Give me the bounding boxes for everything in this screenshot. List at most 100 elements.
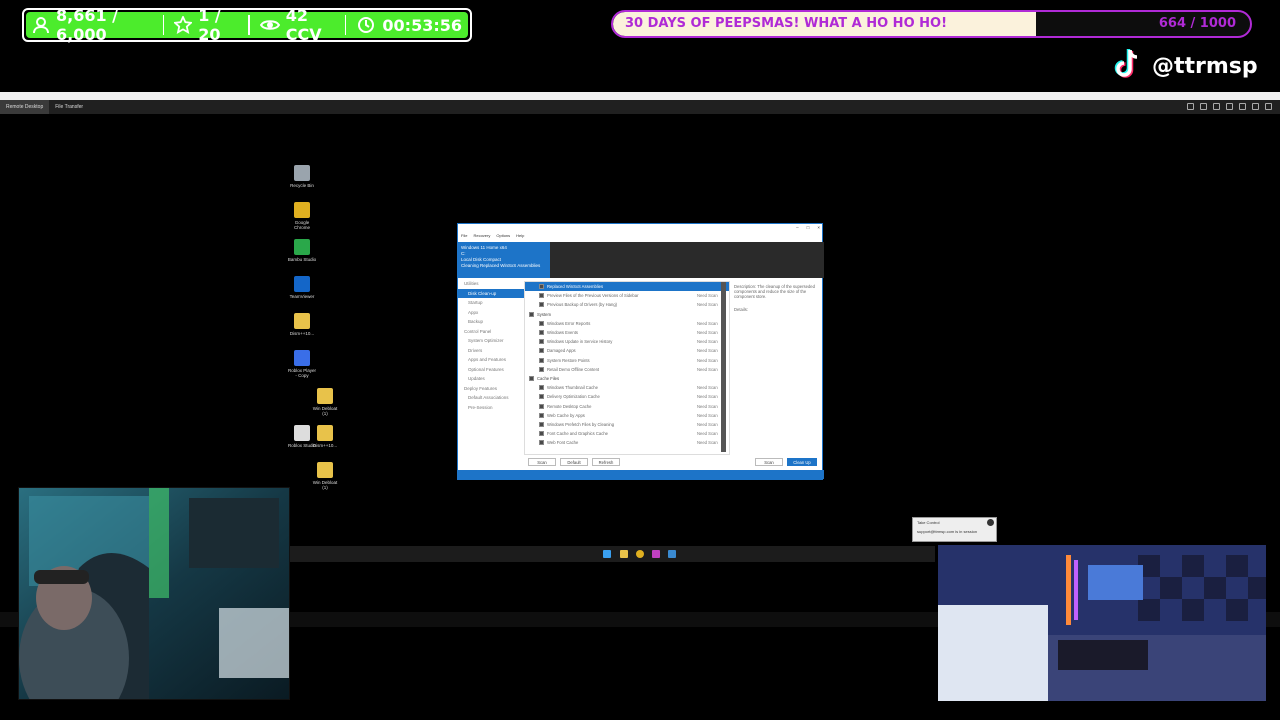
list-item[interactable]: Previous Backup of Drivers (by Hang) Need… — [525, 300, 729, 309]
list-item[interactable]: Preview Files of the Previous Versions o… — [525, 291, 729, 300]
keyboard-icon[interactable] — [1213, 103, 1220, 110]
tab-file-transfer[interactable]: File Transfer — [49, 100, 89, 114]
menu-recovery[interactable]: Recovery — [473, 233, 490, 240]
desktop-icon[interactable]: Win Debloat (1) — [310, 388, 340, 416]
nav-item[interactable]: Pre-Session — [458, 403, 524, 413]
display-icon[interactable] — [1200, 103, 1207, 110]
close-icon[interactable] — [987, 519, 994, 526]
checkbox[interactable] — [539, 284, 544, 290]
close-icon[interactable]: × — [817, 225, 820, 230]
system-info-panel[interactable]: Windows 11 Home x64 C: Local Disk Compac… — [458, 242, 550, 278]
list-scrollbar[interactable] — [721, 282, 726, 452]
list-item[interactable]: Remote Desktop Cache Need Scan — [525, 401, 729, 410]
list-item[interactable]: Windows Update in Service History Need Sc… — [525, 337, 729, 346]
folder-icon[interactable] — [620, 550, 628, 558]
item-label: Retail Demo Offline Content — [547, 366, 600, 372]
menu-options[interactable]: Options — [496, 233, 510, 240]
scan-button[interactable]: Scan — [755, 458, 783, 466]
desktop-icon[interactable]: Dism++10... — [310, 425, 340, 448]
desktop-icon[interactable]: Bambu Studio — [287, 239, 317, 262]
app-icon — [294, 350, 310, 366]
nav-item[interactable]: Control Panel — [458, 327, 524, 337]
list-item[interactable]: Windows Events Need Scan — [525, 328, 729, 337]
checkbox[interactable] — [539, 302, 544, 308]
nav-item[interactable]: Deploy Features — [458, 384, 524, 394]
menu-file[interactable]: File — [461, 233, 467, 240]
desktop-icon[interactable]: Google Chrome — [287, 202, 317, 230]
settings-icon[interactable] — [1187, 103, 1194, 110]
nav-item[interactable]: Optional Features — [458, 365, 524, 375]
nav-item[interactable]: Disk Clean-up — [458, 288, 524, 298]
nav-item[interactable]: Drivers — [458, 346, 524, 356]
nav-item[interactable]: Default Associations — [458, 393, 524, 403]
checkbox[interactable] — [539, 394, 544, 400]
session-notification[interactable]: Take Control support@ttrmsp.com is in se… — [912, 517, 997, 542]
list-item[interactable]: Font Cache and Graphics Cache Need Scan — [525, 429, 729, 438]
maximize-icon[interactable]: □ — [807, 225, 810, 230]
menu-help[interactable]: Help — [516, 233, 524, 240]
list-item[interactable]: Windows Prefetch Files by Cleaning Need S… — [525, 420, 729, 429]
list-item[interactable]: Windows Thumbnail Cache Need Scan — [525, 383, 729, 392]
list-item[interactable]: Delivery Optimization Cache Need Scan — [525, 392, 729, 401]
scan-left-button[interactable]: Scan — [528, 458, 556, 466]
nav-item[interactable]: Appx — [458, 308, 524, 318]
nav-item[interactable]: Utilities — [458, 279, 524, 289]
list-item[interactable]: System Restore Points Need Scan — [525, 356, 729, 365]
chat-icon[interactable] — [1226, 103, 1233, 110]
item-label: Preview Files of the Previous Versions o… — [547, 293, 639, 299]
checkbox[interactable] — [539, 412, 544, 418]
checkbox[interactable] — [539, 293, 544, 299]
cleanup-list: Replaced WinSxS Assemblies Preview Files … — [524, 281, 730, 455]
item-label: Damaged Apps — [547, 348, 576, 354]
desktop-icon[interactable]: Recycle Bin — [287, 165, 317, 188]
list-item[interactable]: Damaged Apps Need Scan — [525, 346, 729, 355]
desktop-icon[interactable]: TeamViewer — [287, 276, 317, 299]
cleanup-button[interactable]: Clean Up — [787, 458, 817, 466]
list-item[interactable]: Replaced WinSxS Assemblies — [525, 282, 729, 292]
nav-item[interactable]: System Optimizer — [458, 336, 524, 346]
nav-item[interactable]: Backup — [458, 317, 524, 327]
checkbox[interactable] — [539, 339, 544, 345]
checkbox[interactable] — [539, 403, 544, 409]
nav-item[interactable]: Startup — [458, 298, 524, 308]
item-label: Replaced WinSxS Assemblies — [547, 284, 604, 290]
chrome-icon[interactable] — [636, 550, 644, 558]
checkbox[interactable] — [539, 385, 544, 391]
app-icon — [294, 202, 310, 218]
default-button[interactable]: Default — [560, 458, 588, 466]
checkbox[interactable] — [539, 320, 544, 326]
desktop-icon[interactable]: Roblox Player - Copy — [287, 350, 317, 378]
checkbox[interactable] — [539, 366, 544, 372]
list-item[interactable]: Windows Error Reports Need Scan — [525, 319, 729, 328]
checkbox[interactable] — [529, 375, 534, 381]
desktop-icon[interactable]: Win Debloat (1) — [310, 462, 340, 490]
teamviewer-icon[interactable] — [668, 550, 676, 558]
checkbox[interactable] — [539, 421, 544, 427]
list-group[interactable]: Cache Files — [525, 374, 729, 383]
record-icon[interactable] — [1239, 103, 1246, 110]
start-icon[interactable] — [603, 550, 611, 558]
list-item[interactable]: Retail Demo Offline Content Need Scan — [525, 365, 729, 374]
list-item[interactable]: Web Cache by Apps Need Scan — [525, 411, 729, 420]
app-icon[interactable] — [652, 550, 660, 558]
checkbox[interactable] — [539, 348, 544, 354]
checkbox[interactable] — [539, 431, 544, 437]
nav-item[interactable]: Apps and Features — [458, 355, 524, 365]
item-label: Web Font Cache — [547, 440, 579, 446]
viewers-stat: 42 CCV — [259, 6, 335, 44]
close-icon[interactable] — [1265, 103, 1272, 110]
refresh-button[interactable]: Refresh — [592, 458, 620, 466]
desktop-icon[interactable]: Dism++10... — [287, 313, 317, 336]
list-group[interactable]: System — [525, 310, 729, 319]
checkbox[interactable] — [529, 311, 534, 317]
list-item[interactable]: Web Font Cache Need Scan — [525, 438, 729, 447]
user-icon — [32, 15, 50, 35]
nav-item[interactable]: Updates — [458, 374, 524, 384]
fullscreen-icon[interactable] — [1252, 103, 1259, 110]
checkbox[interactable] — [539, 330, 544, 336]
checkbox[interactable] — [539, 357, 544, 363]
tab-remote-desktop[interactable]: Remote Desktop — [0, 100, 50, 114]
status-label: Cleaning Replaced WinSxS Assemblies — [461, 263, 541, 268]
minimize-icon[interactable]: – — [796, 225, 799, 230]
checkbox[interactable] — [539, 440, 544, 446]
